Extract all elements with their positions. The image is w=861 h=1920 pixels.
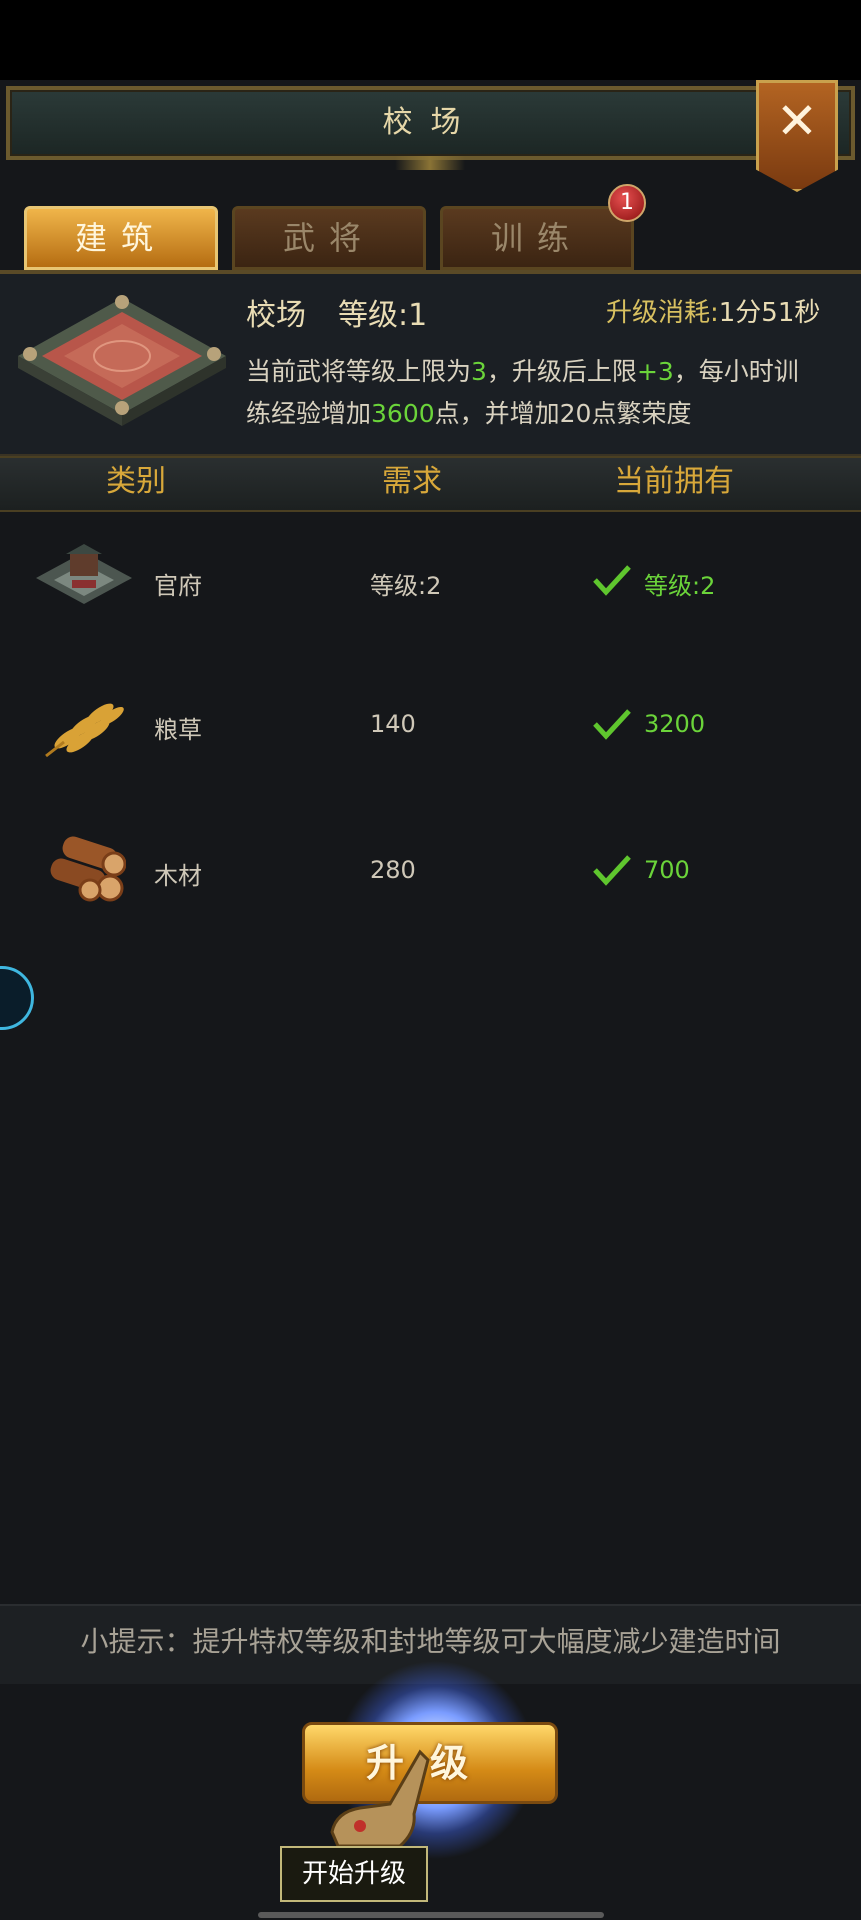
desc-text: ，每小时训 xyxy=(673,357,799,386)
header-category: 类别 xyxy=(106,464,166,499)
desc-text: 练经验增加 xyxy=(246,399,372,428)
desc-text: 当前武将等级上限为 xyxy=(246,357,472,386)
tab-building[interactable]: 建筑 xyxy=(24,206,218,270)
training-notification-badge: 1 xyxy=(608,184,646,222)
wheat-icon xyxy=(45,703,124,758)
wood-logs-icon xyxy=(50,836,126,902)
desc-exp-value: 3600 xyxy=(371,399,435,428)
training-ground-image xyxy=(18,295,226,426)
upgrade-cost: 升级消耗:1分51秒 xyxy=(606,292,820,329)
row-name-grain: 粮草 xyxy=(154,716,202,744)
row-name-government: 官府 xyxy=(154,572,202,600)
home-indicator xyxy=(258,1912,604,1918)
upgrade-cost-value: 1分51秒 xyxy=(718,298,821,328)
government-building-icon xyxy=(36,544,132,604)
close-icon[interactable]: ✕ xyxy=(759,91,835,151)
hint-text: 小提示：提升特权等级和封地等级可大幅度减少建造时间 xyxy=(80,1625,781,1658)
row-owned-grain: 3200 xyxy=(644,710,706,738)
description-line-2: 练经验增加3600点，并增加20点繁荣度 xyxy=(246,394,691,430)
desc-current-cap: 3 xyxy=(471,357,487,386)
tab-generals[interactable]: 武将 xyxy=(232,206,426,270)
pointer-hand-icon xyxy=(330,1749,430,1848)
desc-text: 点，并增加20点繁荣度 xyxy=(434,399,692,428)
check-icon xyxy=(593,565,631,596)
check-icon xyxy=(593,709,631,740)
row-owned-government: 等级:2 xyxy=(644,572,716,600)
building-level: 等级:1 xyxy=(338,298,428,333)
desc-cap-increase: +3 xyxy=(636,357,674,386)
desc-text: ，升级后上限 xyxy=(486,357,637,386)
header-requirement: 需求 xyxy=(382,464,442,499)
tab-training[interactable]: 训练 xyxy=(440,206,634,270)
check-icon xyxy=(593,855,631,886)
status-bar-area xyxy=(0,0,861,80)
start-upgrade-tooltip: 开始升级 xyxy=(280,1846,428,1902)
row-owned-wood: 700 xyxy=(644,856,690,884)
window-title: 校场 xyxy=(382,105,479,140)
row-name-wood: 木材 xyxy=(154,862,202,890)
description-line-1: 当前武将等级上限为3，升级后上限+3，每小时训 xyxy=(246,352,799,388)
title-ornament xyxy=(395,156,465,170)
row-requirement-grain: 140 xyxy=(370,710,416,738)
upgrade-cost-label: 升级消耗: xyxy=(606,298,719,328)
header-owned: 当前拥有 xyxy=(614,464,734,499)
row-requirement-wood: 280 xyxy=(370,856,416,884)
row-requirement-government: 等级:2 xyxy=(370,572,442,600)
close-button[interactable]: ✕ xyxy=(756,80,838,192)
building-name: 校场 xyxy=(246,298,306,333)
